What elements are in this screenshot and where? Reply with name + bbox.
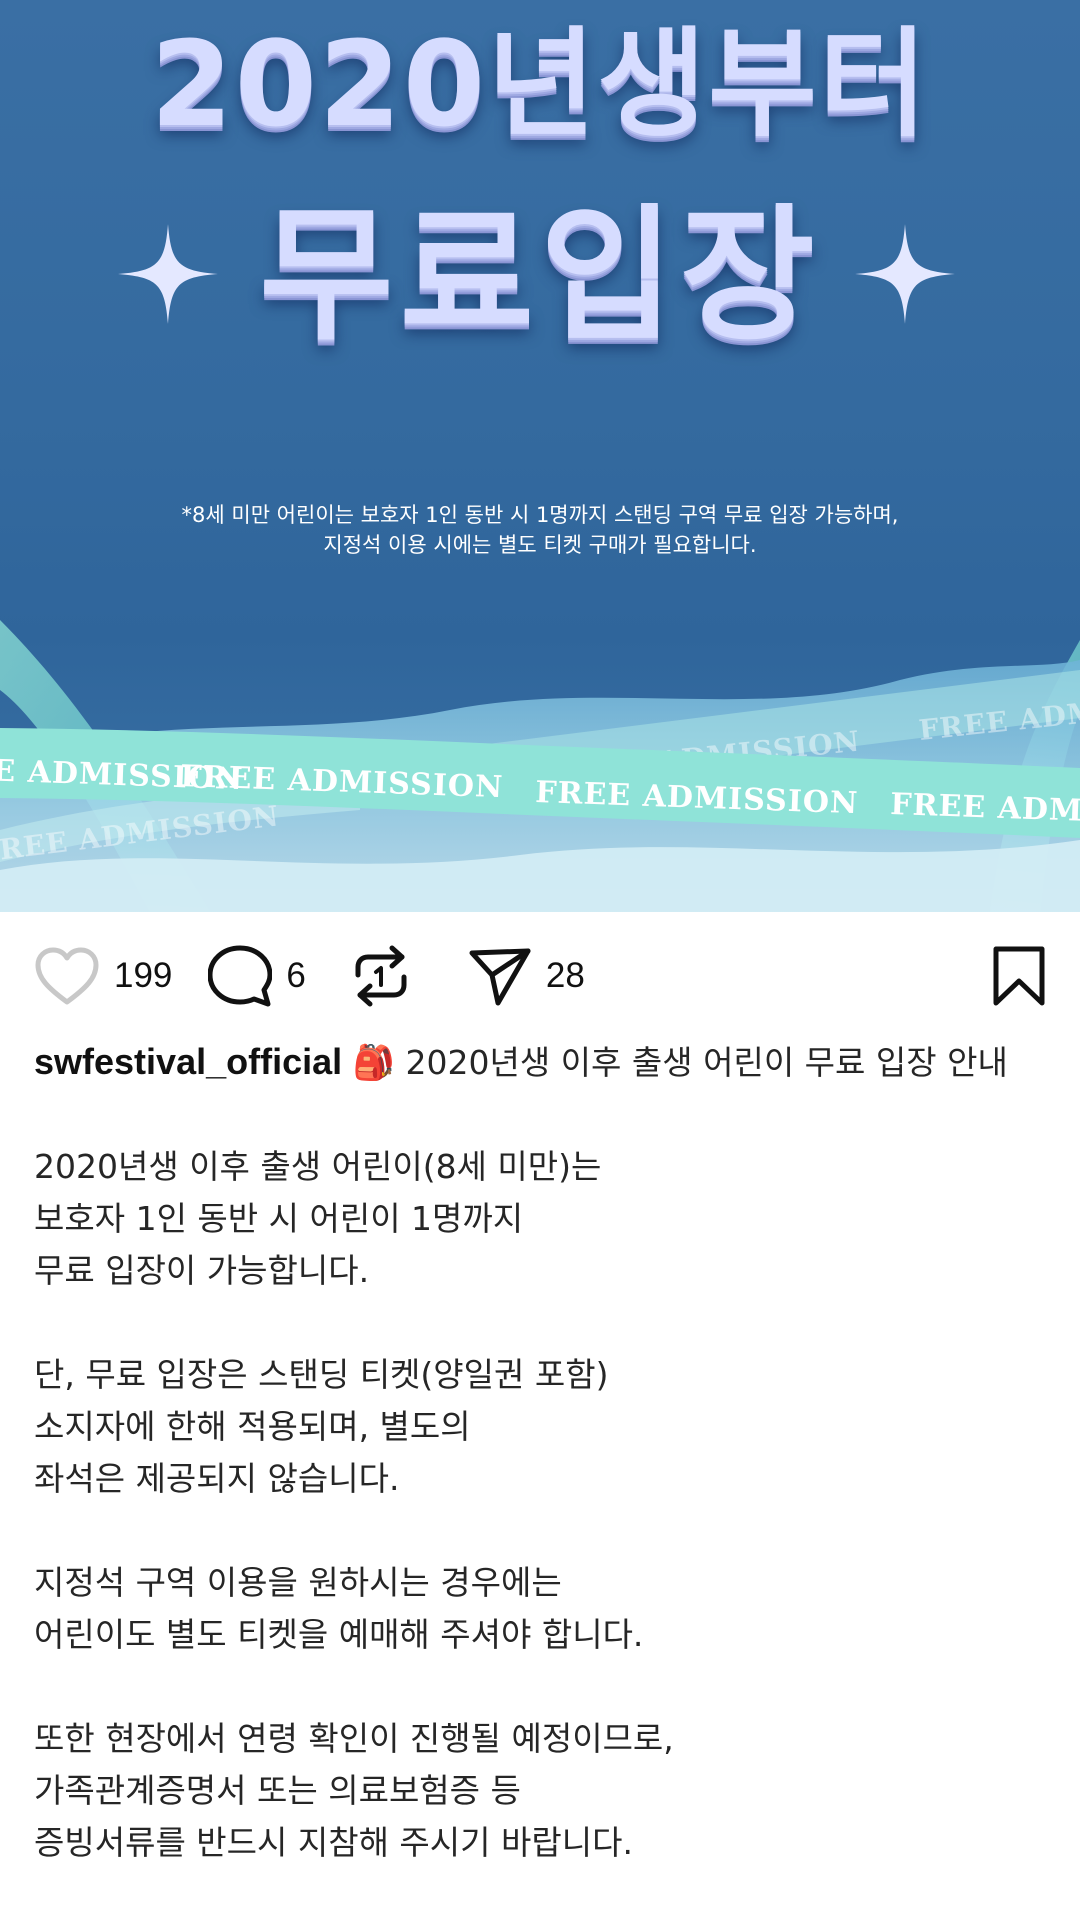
like-count: 199 xyxy=(114,956,173,995)
save-button[interactable] xyxy=(992,940,1046,1012)
repost-icon xyxy=(355,945,407,1007)
post-caption: swfestival_official 🎒 2020년생 이후 출생 어린이 무… xyxy=(34,1036,1044,1869)
caption-paragraph: 단, 무료 입장은 스탠딩 티켓(양일권 포함) 소지자에 한해 적용되며, 별… xyxy=(34,1355,609,1498)
caption-title: 2020년생 이후 출생 어린이 무료 입장 안내 xyxy=(405,1043,1008,1082)
heart-icon xyxy=(35,947,99,1005)
headline-line1: 2020년생부터 xyxy=(150,15,930,153)
sparkle-icon xyxy=(853,222,957,326)
comment-count: 6 xyxy=(286,956,306,995)
share-button[interactable]: 28 xyxy=(468,940,585,1012)
share-count: 28 xyxy=(545,956,585,995)
repost-button[interactable] xyxy=(352,940,410,1012)
backpack-emoji: 🎒 xyxy=(352,1043,395,1083)
comment-icon xyxy=(208,945,273,1007)
free-admission-ribbons: FREE ADMISSION FREE ADMISSION FREE ADMIS… xyxy=(0,600,1080,912)
post-action-bar: 199 6 28 xyxy=(0,912,1080,1040)
caption-header: swfestival_official 🎒 2020년생 이후 출생 어린이 무… xyxy=(34,1036,1044,1089)
caption-paragraph: 2020년생 이후 출생 어린이(8세 미만)는 보호자 1인 동반 시 어린이… xyxy=(34,1147,602,1290)
bookmark-icon xyxy=(993,946,1045,1006)
comment-button[interactable]: 6 xyxy=(208,940,306,1012)
username-link[interactable]: swfestival_official xyxy=(34,1041,342,1082)
notice-line1: *8세 미만 어린이는 보호자 1인 동반 시 1명까지 스탠딩 구역 무료 입… xyxy=(181,503,899,527)
caption-paragraph: 또한 현장에서 연령 확인이 진행될 예정이므로, 가족관계증명서 또는 의료보… xyxy=(34,1719,674,1862)
caption-paragraph: 지정석 구역 이용을 원하시는 경우에는 어린이도 별도 티켓을 예매해 주셔야… xyxy=(34,1563,644,1654)
send-icon xyxy=(469,948,531,1006)
post-image[interactable]: 2020년생부터 무료입장 *8세 미만 어린이는 보호자 1인 동반 시 1명… xyxy=(0,0,1080,912)
like-button[interactable]: 199 xyxy=(34,940,172,1012)
notice-text: *8세 미만 어린이는 보호자 1인 동반 시 1명까지 스탠딩 구역 무료 입… xyxy=(0,500,1080,560)
notice-line2: 지정석 이용 시에는 별도 티켓 구매가 필요합니다. xyxy=(323,533,757,557)
